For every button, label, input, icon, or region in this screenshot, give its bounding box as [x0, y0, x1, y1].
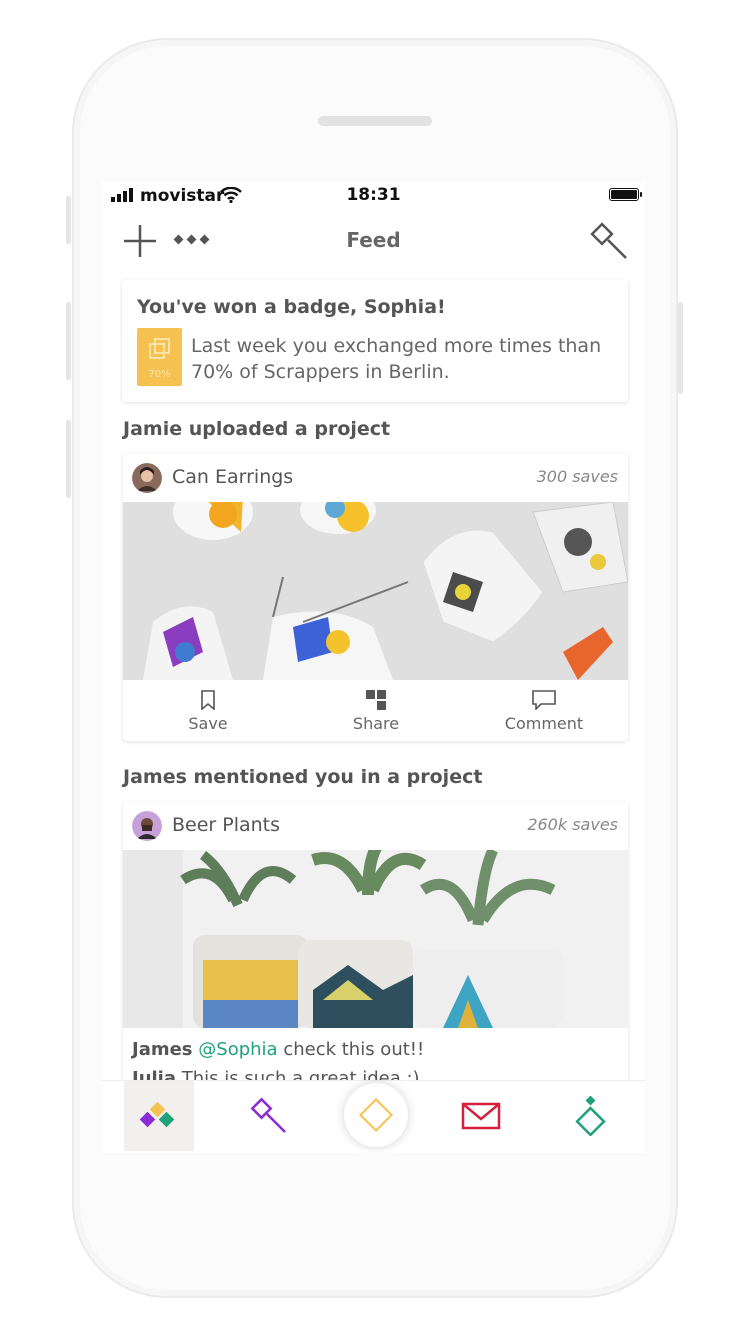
project-header: Can Earrings 300 saves — [123, 454, 628, 502]
save-label: Save — [188, 714, 228, 733]
bottom-tab-bar — [102, 1080, 645, 1153]
battery-icon — [609, 188, 642, 201]
avatar[interactable] — [132, 811, 162, 841]
project-photo[interactable] — [123, 502, 628, 680]
project-card-2[interactable]: Beer Plants 260k saves James @Sophia che… — [123, 802, 628, 1102]
bookmark-icon — [201, 690, 215, 710]
project-title[interactable]: Can Earrings — [172, 466, 293, 488]
save-count: 300 saves — [536, 467, 618, 486]
share-icon — [366, 690, 386, 710]
messages-icon — [461, 1102, 501, 1130]
scrap-diamond-icon — [359, 1098, 393, 1132]
share-label: Share — [352, 714, 400, 733]
badge-percent: 70% — [148, 369, 171, 380]
tab-messages[interactable] — [446, 1081, 516, 1151]
copy-icon — [149, 338, 170, 359]
badge-icon: 70% — [137, 328, 182, 386]
comment-button[interactable]: Comment — [484, 688, 604, 733]
project-actions: Save Share Comment — [123, 680, 628, 740]
tab-feed[interactable] — [124, 1081, 194, 1151]
scrap-button[interactable] — [344, 1083, 408, 1147]
volume-up-button — [66, 302, 71, 380]
clock: 18:31 — [346, 185, 401, 205]
comment-icon — [532, 690, 556, 710]
save-count: 260k saves — [527, 815, 618, 834]
comment-1: James @Sophia check this out!! — [132, 1039, 424, 1060]
comment-label: Comment — [504, 714, 584, 733]
mention-link[interactable]: @Sophia — [198, 1039, 277, 1060]
speaker-grille — [318, 116, 432, 126]
save-button[interactable]: Save — [148, 688, 268, 733]
volume-down-button — [66, 420, 71, 498]
tab-explore[interactable] — [234, 1081, 304, 1151]
project-card-1[interactable]: Can Earrings 300 saves Save Share Commen… — [123, 454, 628, 741]
share-button[interactable]: Share — [316, 688, 436, 733]
mute-switch — [66, 196, 71, 244]
tab-profile[interactable] — [556, 1081, 626, 1151]
comment-author[interactable]: James — [132, 1039, 193, 1060]
status-bar: movistar 18:31 — [102, 181, 645, 211]
top-nav-bar: Feed — [102, 211, 645, 269]
hammer-icon[interactable] — [589, 221, 629, 261]
badge-title: You've won a badge, Sophia! — [137, 296, 446, 318]
feed-heading-2: James mentioned you in a project — [123, 766, 483, 788]
avatar[interactable] — [132, 463, 162, 493]
feed-heading-1: Jamie uploaded a project — [123, 418, 391, 440]
page-title: Feed — [346, 228, 401, 252]
badge-description: Last week you exchanged more times than … — [191, 335, 602, 383]
power-button — [678, 302, 683, 394]
app-screen: movistar 18:31 Feed You've won a badge, … — [102, 181, 645, 1153]
project-title[interactable]: Beer Plants — [172, 814, 280, 836]
project-header: Beer Plants 260k saves — [123, 802, 628, 850]
explore-hammer-icon — [250, 1097, 286, 1133]
badge-card[interactable]: You've won a badge, Sophia! 70% Last wee… — [122, 280, 628, 402]
profile-icon — [575, 1096, 606, 1136]
feed-icon — [139, 1101, 175, 1128]
comment-text: check this out!! — [283, 1039, 425, 1060]
project-photo[interactable] — [123, 850, 628, 1028]
